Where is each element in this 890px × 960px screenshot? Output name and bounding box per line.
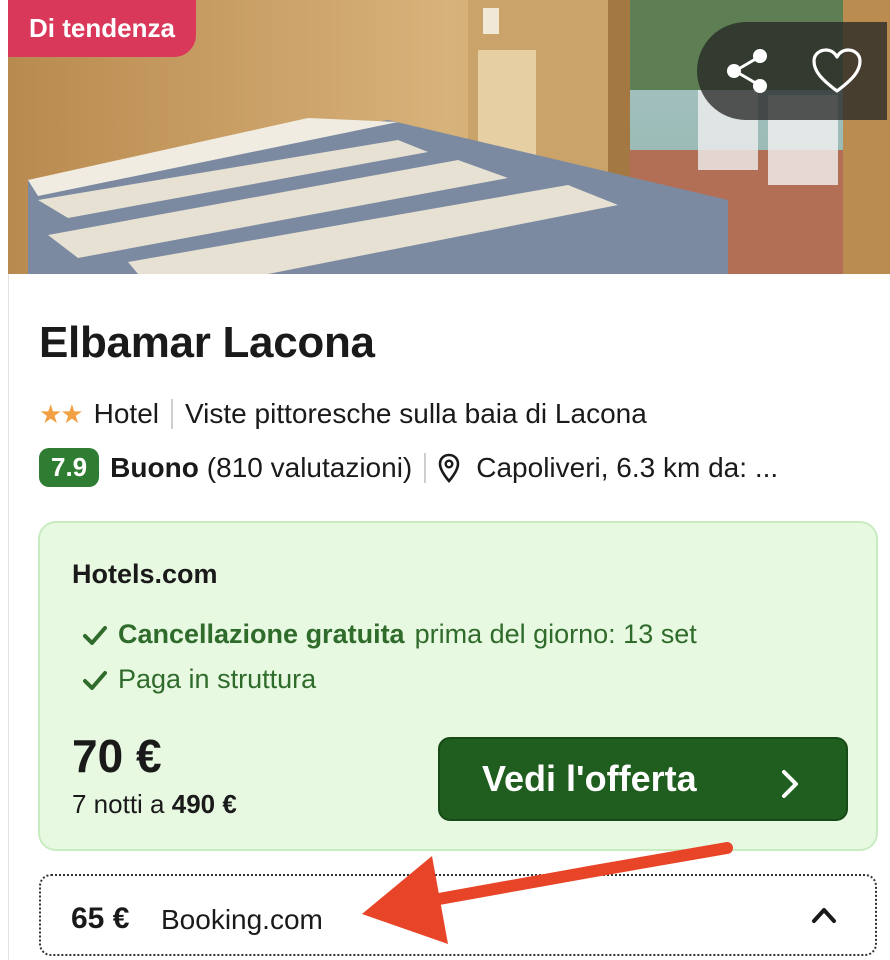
rating-word: Buono [110,451,199,483]
hotel-type: Hotel [93,398,159,429]
divider [424,452,427,483]
main-offer[interactable]: Hotels.com Cancellazione gratuita prima … [38,521,878,851]
hotel-category-row: ★★ Hotel Viste pittoresche sulla baia di… [39,398,647,430]
chevron-up-icon[interactable] [811,906,837,929]
hotel-tagline: Viste pittoresche sulla baia di Lacona [185,398,647,429]
price-total: 7 notti a 490 € [72,789,237,820]
trending-badge: Di tendenza [8,0,196,57]
rating-score-badge: 7.9 [39,448,100,487]
chevron-right-icon [780,766,800,808]
alternative-offer-row[interactable]: 65 € Booking.com [39,874,877,956]
nights-label: 7 notti a [72,789,172,819]
alt-offer-price: 65 € [71,902,130,935]
view-offer-label: Vedi l'offerta [482,758,697,799]
hotel-location[interactable]: Capoliveri, 6.3 km da: ... [476,452,778,484]
feature-free-cancellation: Cancellazione gratuita prima del giorno:… [82,619,697,650]
map-pin-icon [438,453,460,483]
alt-offer-provider: Booking.com [161,904,323,935]
hotel-name[interactable]: Elbamar Lacona [39,318,375,368]
feature-title: Cancellazione gratuita [118,619,405,649]
heart-icon[interactable] [811,45,863,97]
photo-actions [697,22,887,120]
star-rating: ★★ [39,398,84,429]
share-icon[interactable] [721,45,773,97]
total-price: 490 € [171,789,237,819]
review-count[interactable]: (810 valutazioni) [207,452,412,484]
hotel-rating-row: 7.9 Buono (810 valutazioni) Capoliveri, … [39,448,871,487]
feature-detail: Paga in struttura [118,664,317,694]
offer-provider: Hotels.com [72,559,218,589]
check-icon [82,667,108,693]
feature-detail: prima del giorno: 13 set [414,619,697,649]
price-per-night: 70 € [72,730,162,782]
view-offer-button[interactable]: Vedi l'offerta [438,737,848,821]
feature-pay-at-property: Paga in struttura [82,664,316,695]
divider [171,399,173,429]
check-icon [82,622,108,648]
